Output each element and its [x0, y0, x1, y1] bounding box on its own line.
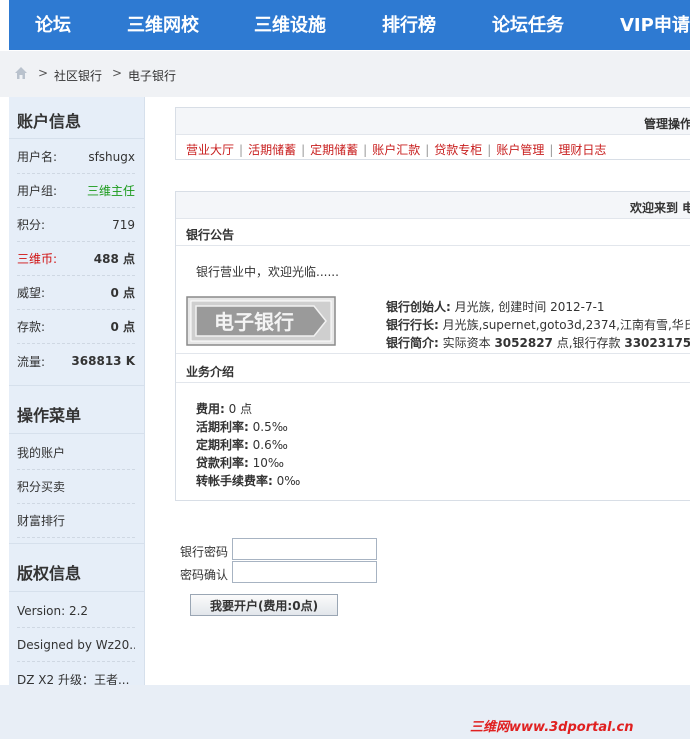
home-icon[interactable]	[14, 66, 28, 80]
account-row-prestige: 威望: 0 点	[17, 276, 135, 310]
op-link-loans[interactable]: 贷款专柜	[434, 143, 482, 157]
op-link-hall[interactable]: 营业大厅	[186, 143, 234, 157]
op-link-demand-savings[interactable]: 活期储蓄	[248, 143, 296, 157]
breadcrumb-separator: >	[38, 66, 49, 80]
copyright-title: 版权信息	[17, 564, 82, 583]
divider	[176, 382, 690, 383]
menu-item-points-trade[interactable]: 积分买卖	[17, 470, 135, 504]
menu-item-my-account[interactable]: 我的账户	[17, 436, 135, 470]
confirm-label: 密码确认	[180, 568, 229, 582]
divider	[9, 591, 144, 592]
divider	[9, 433, 144, 434]
breadcrumb: > 社区银行 > 电子银行	[0, 51, 690, 97]
notice-text: 银行营业中，欢迎光临......	[196, 265, 339, 279]
welcome-text: 欢迎来到 电	[630, 201, 690, 215]
link-separator: |	[487, 143, 492, 157]
bank-president: 银行行长: 月光族,supernet,goto3d,2374,江南有雪,华氏9	[386, 318, 690, 332]
nav-item-vip[interactable]: VIP申请	[620, 11, 690, 37]
link-separator: |	[363, 143, 368, 157]
menu-title: 操作菜单	[17, 406, 82, 425]
biz-demand-rate: 活期利率: 0.5‰	[196, 420, 288, 434]
link-separator: |	[425, 143, 430, 157]
divider	[9, 543, 144, 544]
account-row-deposit: 存款: 0 点	[17, 310, 135, 344]
account-row-traffic: 流量: 368813 K	[17, 354, 135, 369]
account-row-coins: 三维币: 488 点	[17, 242, 135, 276]
account-row-points: 积分: 719	[17, 208, 135, 242]
notice-title: 银行公告	[186, 228, 235, 242]
password-confirm-input[interactable]	[232, 561, 377, 583]
divider	[9, 138, 144, 139]
nav-item-ranking[interactable]: 排行榜	[382, 11, 436, 37]
biz-fee: 费用: 0 点	[196, 402, 253, 416]
op-link-fixed-savings[interactable]: 定期储蓄	[310, 143, 358, 157]
bank-password-input[interactable]	[232, 538, 377, 560]
bank-founder: 银行创始人: 月光族, 创建时间 2012-7-1	[386, 300, 605, 314]
breadcrumb-separator: >	[112, 66, 123, 80]
operations-title: 管理操作	[644, 117, 690, 131]
nav-item-facilities[interactable]: 三维设施	[254, 11, 326, 37]
bank-panel: 欢迎来到 电 银行公告 银行营业中，欢迎光临...... 电子银行 银行创始人:…	[175, 191, 690, 501]
account-row-username: 用户名: sfshugx	[17, 140, 135, 174]
account-info-title: 账户信息	[17, 112, 82, 131]
biz-transfer-rate: 转帐手续费率: 0‰	[196, 474, 301, 488]
nav-item-tasks[interactable]: 论坛任务	[492, 11, 564, 37]
biz-loan-rate: 贷款利率: 10‰	[196, 456, 284, 470]
bank-intro: 银行简介: 实际资本 3052827 点,银行存款 33023175	[386, 336, 690, 350]
password-label: 银行密码	[180, 545, 229, 559]
account-row-usergroup: 用户组: 三维主任	[17, 174, 135, 208]
site-watermark: 三维网www.3dportal.cn	[470, 719, 633, 735]
op-link-remittance[interactable]: 账户汇款	[372, 143, 420, 157]
divider	[176, 353, 690, 354]
bank-logo-image: 电子银行	[186, 296, 336, 346]
open-account-button[interactable]: 我要开户(费用:0点)	[190, 594, 338, 616]
top-navigation: 论坛 三维网校 三维设施 排行榜 论坛任务 VIP申请	[9, 0, 690, 50]
sidebar: 账户信息 用户名: sfshugx 用户组: 三维主任 积分: 719 三维币:…	[9, 97, 145, 685]
copyright-version: Version: 2.2	[17, 594, 135, 628]
operations-links: 营业大厅 | 活期储蓄 | 定期储蓄 | 账户汇款 | 贷款专柜 | 账户管理 | 理财日志	[186, 141, 606, 158]
operations-panel: 管理操作 营业大厅 | 活期储蓄 | 定期储蓄 | 账户汇款 | 贷款专柜 | 账户管理 | 理财日志	[175, 107, 690, 160]
operations-header: 管理操作	[176, 108, 690, 135]
divider	[176, 245, 690, 246]
op-link-account-manage[interactable]: 账户管理	[496, 143, 544, 157]
biz-fixed-rate: 定期利率: 0.6‰	[196, 438, 288, 452]
divider	[9, 385, 144, 386]
nav-item-forum[interactable]: 论坛	[35, 11, 71, 37]
link-separator: |	[549, 143, 554, 157]
copyright-upgrade: DZ X2 升级：王者...	[17, 672, 130, 686]
business-title: 业务介绍	[186, 365, 235, 379]
bank-header: 欢迎来到 电	[176, 192, 690, 219]
bank-logo-text: 电子银行	[214, 310, 294, 334]
menu-item-wealth-ranking[interactable]: 财富排行	[17, 504, 135, 538]
breadcrumb-item-ebank[interactable]: 电子银行	[128, 67, 176, 84]
copyright-designer: Designed by Wz20...	[17, 628, 135, 662]
nav-item-school[interactable]: 三维网校	[127, 11, 199, 37]
link-separator: |	[301, 143, 306, 157]
svg-text:三维网www.3dportal.cn: 三维网www.3dportal.cn	[470, 719, 633, 735]
link-separator: |	[239, 143, 244, 157]
breadcrumb-item-bank[interactable]: 社区银行	[54, 67, 102, 84]
op-link-finance-log[interactable]: 理财日志	[558, 143, 606, 157]
